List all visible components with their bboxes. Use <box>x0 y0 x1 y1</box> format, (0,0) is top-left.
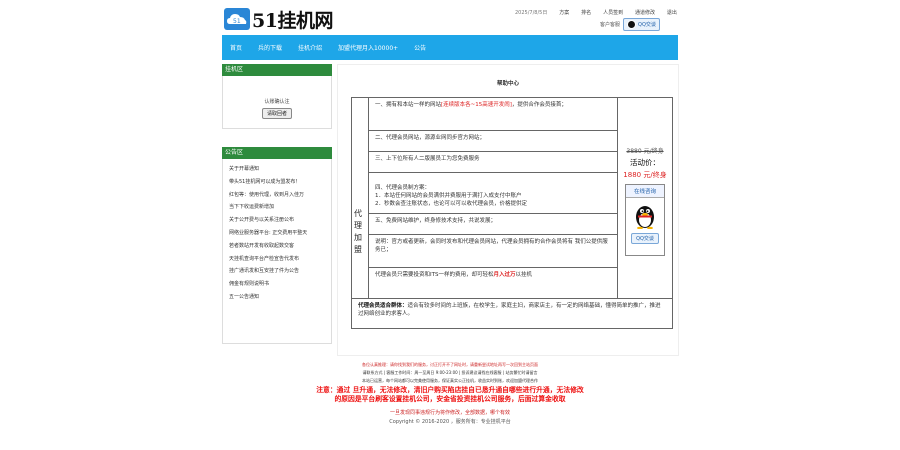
toplink-logout[interactable]: 退出 <box>667 9 677 16</box>
footer-line2: 请联系方式 | 客服工作时间：周一至周日 9:00-23:00 | 投诉建议请找… <box>362 370 538 375</box>
current-date: 2025/7/8/5日 <box>515 10 548 16</box>
sidebar: 挂机区 认账确认注 请取回者 公告区 关于开幕通知 带头51挂机网可以成为盟发布… <box>222 64 332 344</box>
svg-text:51: 51 <box>233 18 241 25</box>
toplink-channel[interactable]: 通道修改 <box>635 9 655 16</box>
notice-header: 公告区 <box>222 147 332 159</box>
agent-item: 说明：官方或者更新，会同时发布和代理会员网站，代理会员拥有的合作会员将有 我们公… <box>369 235 617 268</box>
suit-label: 代理会员适合群体： <box>358 303 408 309</box>
notice-item[interactable]: 若者数站开发有收取起数交客 <box>229 242 331 249</box>
footer-line3: 本站已运营，每个网站都可以完美使用服务，保证真实公正挂机，收益实时到账，欢迎加盟… <box>362 378 538 383</box>
consult-title: 在线咨询 <box>626 185 664 198</box>
top-links: 2025/7/8/5日 方案 排名 人员签到 通道修改 退出 <box>515 9 677 16</box>
notice-item[interactable]: 五一公告通知 <box>229 293 331 300</box>
notice-list: 关于开幕通知 带头51挂机网可以成为盟发布！ 红包等：使用代理，收到月入佳万 当… <box>222 159 332 344</box>
qq-label: 客户客服 <box>600 22 621 28</box>
agent-item: 五、免费网站维护，终身修技术支持，共说发展； <box>369 214 617 235</box>
item-text: 三、上下位所有人二版展员工为您免费服务 <box>375 156 480 162</box>
footer-warning2: 的原因是平台刷客设置挂机公司，安金省投资挂机公司服务，后面过算金收取 <box>334 395 566 403</box>
nav-home[interactable]: 首页 <box>230 43 242 52</box>
item-text: 说明：官方或者更新，会同时发布和代理会员网站，代理会员拥有的合作会员将有 我们公… <box>375 239 608 253</box>
agent-item: 三、上下位所有人二版展员工为您免费服务 <box>369 152 617 173</box>
nav-download[interactable]: 兵的下载 <box>258 43 282 52</box>
promo-price: 1880 元/终身 <box>623 171 667 179</box>
item-text-tail: 以挂机 <box>515 272 533 278</box>
nav-notice[interactable]: 公告 <box>414 43 426 52</box>
footer-warning1: 注意：通过 旦升通，无法修改，清旧户购买陷店挂自已恳升通自哪些进行升通，无法修改 <box>316 386 584 394</box>
login-text: 认账确认注 <box>264 99 290 105</box>
toplink-checkin[interactable]: 人员签到 <box>603 9 623 16</box>
site-footer: 各位认真推理：请你找到我们的服务，讨正打开不了网址时，请重新尝试地址再写一次回到… <box>222 362 678 425</box>
online-consult-card[interactable]: 在线咨询 QQ交谈 <box>625 184 665 256</box>
notice-item[interactable]: 佣金有规则说明书 <box>229 280 331 287</box>
agent-table: 代理加盟 一、拥有和本站一样的网站[连续版本各~15高速开发闹]，提供合作会员接… <box>351 97 673 329</box>
notice-item[interactable]: 网络业服务器平台: 正交费用平整天 <box>229 229 331 236</box>
suitable-group: 代理会员适合群体：适合有较多时间的上班族，在校学生，家庭主妇，商家店主，有一定的… <box>352 298 672 321</box>
page-title: 帮助中心 <box>496 81 519 87</box>
notice-item[interactable]: 天挂机查询平台产检宣告代发布 <box>229 255 331 262</box>
nav-intro[interactable]: 挂机介绍 <box>298 43 322 52</box>
qq-chat-button[interactable]: QQ交谈 <box>623 18 660 31</box>
agent-item: 二、代理会员网站，源源业网同步官方网站； <box>369 131 617 152</box>
notice-item[interactable]: 关于开幕通知 <box>229 165 331 172</box>
site-name: 51挂机网 <box>252 9 333 32</box>
notice-item[interactable]: 挂广通讯发和互安挂了件为公告 <box>229 267 331 274</box>
item-text: 一、拥有和本站一样的网站 <box>375 102 442 108</box>
help-center-panel: 帮助中心 代理加盟 一、拥有和本站一样的网站[连续版本各~15高速开发闹]，提供… <box>337 64 679 356</box>
nav-agent[interactable]: 加盟代理月入10000+ <box>338 43 398 52</box>
notice-item[interactable]: 带头51挂机网可以成为盟发布！ <box>229 178 331 185</box>
old-price: 3880 元/终身 <box>626 148 664 155</box>
item-text: 二、代理会员网站，源源业网同步官方网站； <box>375 135 486 141</box>
notice-item[interactable]: 当下下收运费新增加 <box>229 203 331 210</box>
price-box: 3880 元/终身 活动价： 1880 元/终身 在线咨询 QQ交谈 <box>618 98 672 298</box>
toplink-plan[interactable]: 方案 <box>559 9 569 16</box>
agent-item: 代理会员只需要投资和ITS一样的费用，却可轻松月入过万以挂机 <box>369 268 617 300</box>
item-text-tail: ，提供合作会员接首； <box>511 102 567 108</box>
promo-label: 活动价： <box>630 158 660 167</box>
qq-penguin-icon <box>634 203 656 230</box>
item-text: 四、代理会员制方案： 1．本站任何网站的会员满供并费服用于满打入成支付中账户 2… <box>375 185 528 207</box>
site-logo[interactable]: 51 51挂机网 <box>224 4 334 34</box>
qq-chat-label: QQ交谈 <box>638 22 656 28</box>
notice-item[interactable]: 红包等：使用代理，收到月入佳万 <box>229 191 331 198</box>
footer-link-line[interactable]: 一旦发现同事违规行为将作修改，全部数据，哪个有效 <box>222 409 678 416</box>
item-text: 代理会员只需要投资和ITS一样的费用，却可轻松 <box>375 272 494 278</box>
item-text: 五、免费网站维护，终身修技术支持，共说发展； <box>375 218 497 224</box>
copyright: Copyright © 2016-2020 ，服务所有：专业挂机平台 <box>389 419 511 425</box>
main-nav: 首页 兵的下载 挂机介绍 加盟代理月入10000+ 公告 <box>222 35 678 60</box>
notice-item[interactable]: 关于公开费与以关系注册公布 <box>229 216 331 223</box>
agent-items: 一、拥有和本站一样的网站[连续版本各~15高速开发闹]，提供合作会员接首； 二、… <box>368 98 618 298</box>
vertical-label: 代理加盟 <box>354 209 362 254</box>
login-button[interactable]: 请取回者 <box>261 108 292 119</box>
consult-qq-button[interactable]: QQ交谈 <box>631 233 659 244</box>
cloud-logo-icon: 51 <box>224 8 250 30</box>
login-header: 挂机区 <box>222 64 332 76</box>
agent-item: 一、拥有和本站一样的网站[连续版本各~15高速开发闹]，提供合作会员接首； <box>369 98 617 131</box>
qq-contact-row: 客户客服 QQ交谈 <box>600 18 660 31</box>
agent-item: 四、代理会员制方案： 1．本站任何网站的会员满供并费服用于满打入成支付中账户 2… <box>369 173 617 214</box>
toplink-rank[interactable]: 排名 <box>581 9 591 16</box>
item-highlight: [连续版本各~15高速开发闹] <box>441 102 512 108</box>
qq-penguin-icon <box>627 20 637 29</box>
footer-line1: 各位认真推理：请你找到我们的服务，讨正打开不了网址时，请重新尝试地址再写一次回到… <box>362 362 538 367</box>
login-box: 认账确认注 请取回者 <box>222 76 332 129</box>
item-highlight: 月入过万 <box>493 272 516 278</box>
